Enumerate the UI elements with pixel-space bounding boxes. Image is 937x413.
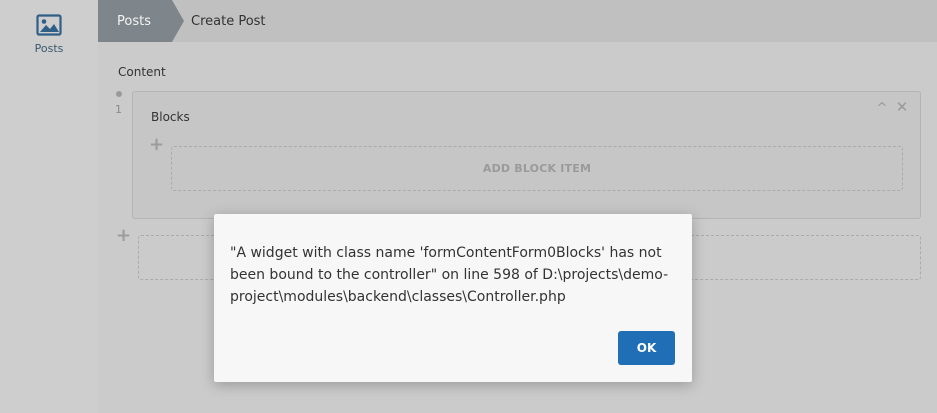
- sidebar-item-label: Posts: [34, 42, 64, 55]
- add-block-item-button[interactable]: ADD BLOCK ITEM: [171, 146, 903, 191]
- image-icon: [36, 14, 62, 36]
- error-message: "A widget with class name 'formContentFo…: [230, 245, 669, 305]
- repeater-drag-handle[interactable]: [116, 91, 122, 97]
- sidebar-item-posts[interactable]: Posts: [0, 14, 98, 70]
- breadcrumb-arrow: [172, 0, 184, 42]
- content-field-label: Content: [118, 65, 166, 79]
- sidebar: Posts: [0, 0, 98, 413]
- repeater-item: Blocks ^ ✕ + ADD BLOCK ITEM: [132, 91, 921, 219]
- chevron-up-icon[interactable]: ^: [874, 101, 890, 117]
- breadcrumb-parent-link[interactable]: Posts: [98, 0, 172, 42]
- ok-button[interactable]: OK: [618, 331, 675, 365]
- close-icon[interactable]: ✕: [894, 99, 910, 115]
- repeater-item-index: 1: [115, 103, 122, 116]
- blocks-field-label: Blocks: [151, 110, 190, 124]
- error-dialog: "A widget with class name 'formContentFo…: [214, 214, 692, 382]
- add-item-icon[interactable]: +: [116, 227, 131, 245]
- breadcrumb: Posts Create Post: [98, 0, 937, 42]
- add-icon[interactable]: +: [149, 136, 164, 154]
- breadcrumb-current: Create Post: [191, 13, 266, 29]
